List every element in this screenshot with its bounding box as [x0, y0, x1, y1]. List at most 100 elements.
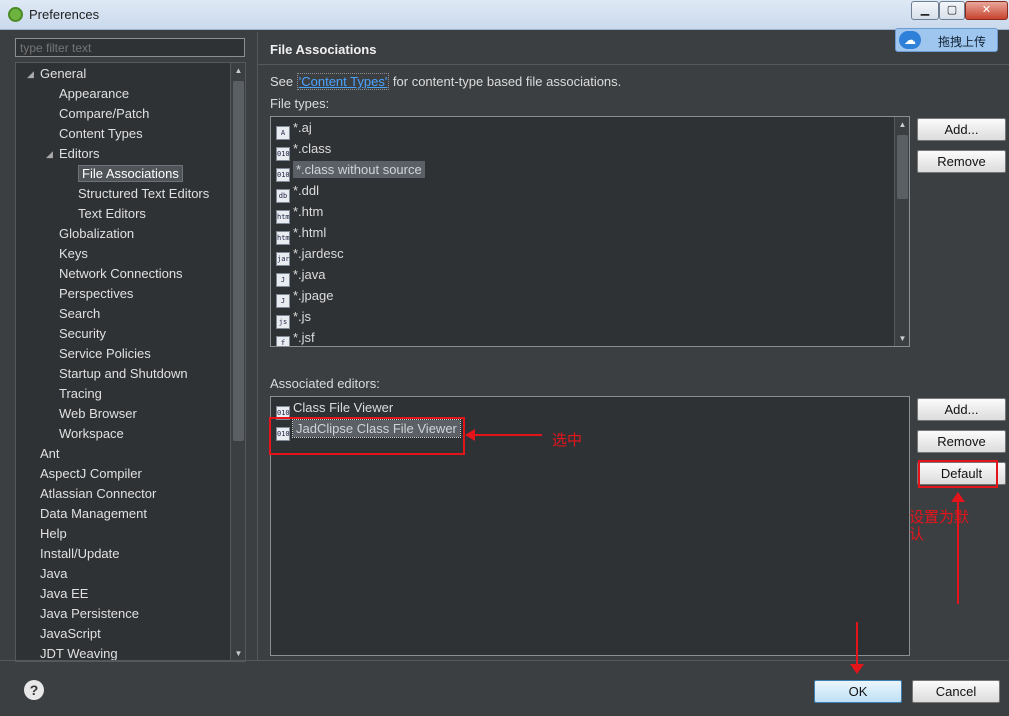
list-item[interactable]: htm *.html — [276, 223, 327, 245]
default-highlight-box — [918, 460, 998, 488]
arrowhead-left-icon — [465, 429, 475, 441]
scroll-thumb[interactable] — [897, 135, 908, 199]
list-item[interactable]: f *.jsf — [276, 328, 315, 346]
tree-item[interactable]: Service Policies — [59, 344, 151, 364]
ok-button[interactable]: OK — [814, 680, 902, 703]
tree-item[interactable]: Java — [40, 564, 67, 584]
scroll-thumb[interactable] — [233, 81, 244, 441]
tree-item[interactable]: Globalization — [59, 224, 134, 244]
list-item-label: *.html — [293, 225, 327, 240]
file-type-icon: jar — [276, 252, 290, 266]
tree-item[interactable]: Startup and Shutdown — [59, 364, 188, 384]
close-button[interactable]: ✕ — [965, 1, 1008, 20]
list-item-label: *.jsf — [293, 330, 315, 345]
tree-item[interactable]: Install/Update — [40, 544, 120, 564]
default-note-line2: 认 — [909, 526, 925, 543]
minimize-button[interactable]: ▁ — [911, 1, 939, 20]
tree-item[interactable]: Atlassian Connector — [40, 484, 156, 504]
content-types-link[interactable]: 'Content Types' — [296, 73, 390, 90]
upload-badge[interactable]: ☁ 拖拽上传 — [895, 28, 998, 52]
tree-item-label: Data Management — [40, 506, 147, 521]
tree-item[interactable]: Content Types — [59, 124, 143, 144]
window-titlebar: Preferences ▁ ▢ ✕ — [0, 0, 1009, 30]
arrow-to-editor — [472, 434, 542, 436]
note-prefix: See — [270, 74, 297, 89]
list-item-label: *.aj — [293, 120, 312, 135]
file-types-scrollbar[interactable]: ▲ ▼ — [894, 117, 909, 346]
tree-item-label: Workspace — [59, 426, 124, 441]
file-type-icon: htm — [276, 231, 290, 245]
tree-item-label: Globalization — [59, 226, 135, 241]
tree-item[interactable]: Security — [59, 324, 106, 344]
file-types-label: File types: — [270, 96, 330, 111]
tree-item-label: Atlassian Connector — [40, 486, 157, 501]
tree-item-label: Structured Text Editors — [78, 186, 210, 201]
tree-item[interactable]: Keys — [59, 244, 88, 264]
list-item[interactable]: js *.js — [276, 307, 311, 329]
scroll-up-icon[interactable]: ▲ — [231, 63, 245, 78]
tree-item[interactable]: Text Editors — [78, 204, 146, 224]
tree-item-label: Java — [40, 566, 68, 581]
tree-item[interactable]: Compare/Patch — [59, 104, 149, 124]
list-item-label: *.jpage — [293, 288, 334, 303]
tree-item-label: Network Connections — [59, 266, 183, 281]
tree-item-label: Keys — [59, 246, 88, 261]
pane-splitter[interactable] — [257, 32, 258, 660]
tree-item[interactable]: Java EE — [40, 584, 88, 604]
tree-item[interactable]: Search — [59, 304, 100, 324]
list-item[interactable]: J *.java — [276, 265, 326, 287]
expand-twisty-icon[interactable]: ◢ — [27, 64, 35, 84]
maximize-button[interactable]: ▢ — [939, 1, 965, 20]
tree-item[interactable]: Tracing — [59, 384, 102, 404]
remove-editor-button[interactable]: Remove — [917, 430, 1006, 453]
tree-item[interactable]: Web Browser — [59, 404, 137, 424]
select-note: 选中 — [552, 432, 583, 449]
file-type-icon: htm — [276, 210, 290, 224]
scroll-down-icon[interactable]: ▼ — [895, 331, 909, 346]
list-item-label: Class File Viewer — [293, 400, 394, 415]
expand-twisty-icon[interactable]: ◢ — [46, 144, 54, 164]
tree-item[interactable]: Editors — [59, 144, 99, 164]
list-item-label: *.class without source — [293, 161, 425, 178]
filter-input[interactable] — [15, 38, 245, 57]
list-item[interactable]: db *.ddl — [276, 181, 320, 203]
tree-item[interactable]: Ant — [40, 444, 60, 464]
file-types-list[interactable]: A *.aj 010 *.class 010 *.class without source… — [270, 116, 910, 347]
list-item[interactable]: jar *.jardesc — [276, 244, 344, 266]
tree-item[interactable]: Structured Text Editors — [78, 184, 209, 204]
tree-item[interactable]: AspectJ Compiler — [40, 464, 142, 484]
list-item[interactable]: A *.aj — [276, 118, 312, 140]
tree-item-label: Java EE — [40, 586, 89, 601]
tree-scrollbar[interactable]: ▲ ▼ — [230, 63, 245, 661]
content-types-note: See 'Content Types' for content-type bas… — [270, 73, 621, 90]
help-icon[interactable]: ? — [24, 680, 44, 700]
title-divider — [258, 64, 1009, 65]
scroll-up-icon[interactable]: ▲ — [895, 117, 909, 132]
add-file-type-button[interactable]: Add... — [917, 118, 1006, 141]
cancel-button[interactable]: Cancel — [912, 680, 1000, 703]
tree-item[interactable]: Data Management — [40, 504, 147, 524]
list-item-label: *.ddl — [293, 183, 320, 198]
list-item[interactable]: 010 *.class without source — [276, 160, 425, 182]
list-item[interactable]: 010 *.class — [276, 139, 331, 161]
list-item[interactable]: htm *.htm — [276, 202, 323, 224]
tree-item[interactable]: Network Connections — [59, 264, 183, 284]
tree-item[interactable]: Java Persistence — [40, 604, 139, 624]
default-note-line1: 设置为默 — [909, 509, 970, 526]
tree-item[interactable]: Help — [40, 524, 67, 544]
tree-item[interactable]: Appearance — [59, 84, 129, 104]
list-item[interactable]: J *.jpage — [276, 286, 334, 308]
tree-item[interactable]: General — [40, 64, 86, 84]
preferences-tree[interactable]: ◢ General Appearance Compare/Patch Content T… — [15, 62, 246, 662]
upload-badge-label: 拖拽上传 — [938, 35, 987, 49]
tree-item[interactable]: Workspace — [59, 424, 124, 444]
selection-highlight-box — [269, 417, 465, 455]
list-item[interactable]: 010 Class File Viewer — [276, 398, 394, 420]
tree-item[interactable]: JavaScript — [40, 624, 101, 644]
scroll-down-icon[interactable]: ▼ — [231, 646, 245, 661]
tree-item[interactable]: File Associations — [78, 164, 183, 184]
add-editor-button[interactable]: Add... — [917, 398, 1006, 421]
tree-item-label: Search — [59, 306, 101, 321]
tree-item[interactable]: Perspectives — [59, 284, 133, 304]
remove-file-type-button[interactable]: Remove — [917, 150, 1006, 173]
